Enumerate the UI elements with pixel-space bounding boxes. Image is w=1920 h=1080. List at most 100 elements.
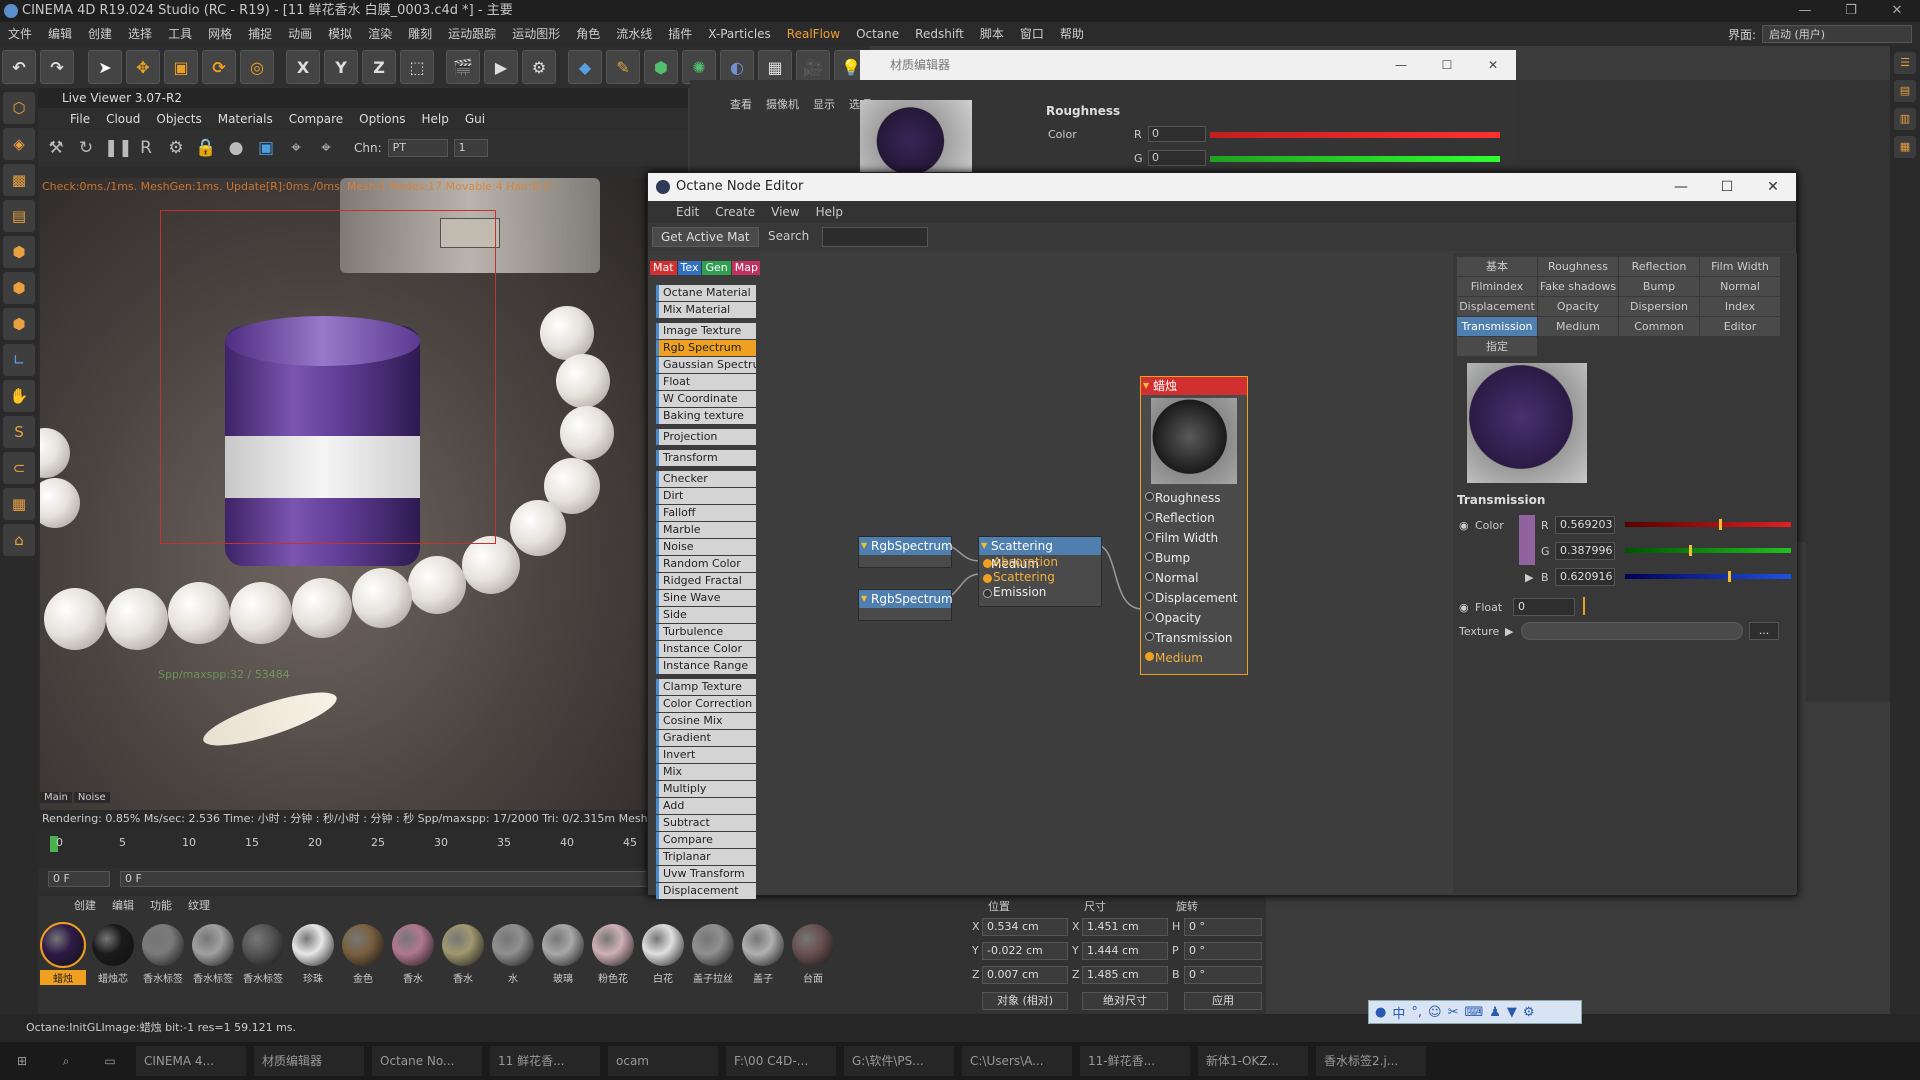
workplane-icon[interactable]: ▤	[3, 200, 35, 232]
pick-focus-icon[interactable]: ⌖	[284, 136, 308, 160]
menu-item[interactable]: Octane	[848, 22, 907, 46]
node-list-item[interactable]: Image Texture	[656, 323, 756, 339]
node-list-item[interactable]: Side	[656, 607, 756, 623]
region-icon[interactable]: R	[134, 136, 158, 160]
polygons-mode-icon[interactable]: ⬢	[3, 308, 35, 340]
ne-minimize-button[interactable]: —	[1658, 173, 1704, 201]
camera-icon[interactable]: 🎥	[796, 50, 830, 84]
node-list-item[interactable]: Octane Material	[656, 285, 756, 301]
prop-tab[interactable]: Reflection	[1619, 257, 1699, 276]
port-opacity[interactable]: Opacity	[1141, 608, 1247, 628]
material-node[interactable]: 蜡烛 Roughness Reflection Film Width Bump …	[1140, 376, 1248, 675]
axis-x-icon[interactable]: X	[286, 50, 320, 84]
mat-tab-edit[interactable]: 编辑	[104, 896, 142, 916]
structure-icon[interactable]: ▥	[1894, 108, 1916, 130]
menu-item[interactable]: 运动跟踪	[440, 22, 504, 46]
material-swatch[interactable]	[292, 924, 334, 966]
prop-tab[interactable]: Dispersion	[1619, 297, 1699, 316]
deformer-icon[interactable]: ◐	[720, 50, 754, 84]
prop-tab[interactable]: Editor	[1700, 317, 1780, 336]
menu-item[interactable]: 模拟	[320, 22, 360, 46]
node-list-item[interactable]: Ridged Fractal	[656, 573, 756, 589]
pen-icon[interactable]: ✎	[606, 50, 640, 84]
node-list-item[interactable]: Mix	[656, 764, 756, 780]
port-emission[interactable]: Emission	[979, 585, 1101, 600]
ime-tools-icon[interactable]: ✂	[1448, 1005, 1459, 1020]
node-list-item[interactable]: Checker	[656, 471, 756, 487]
mat-close-button[interactable]: ✕	[1470, 50, 1516, 80]
mat-tab-function[interactable]: 功能	[142, 896, 180, 916]
task-view-icon[interactable]: ▭	[90, 1046, 130, 1076]
prop-tab[interactable]: Normal	[1700, 277, 1780, 296]
float-value-field[interactable]: 0	[1513, 598, 1575, 616]
ne-menu-help[interactable]: Help	[808, 201, 851, 223]
material-swatch[interactable]	[442, 924, 484, 966]
mat-tab-texture[interactable]: 纹理	[180, 896, 218, 916]
taskbar-item[interactable]: G:\软件\PS...	[844, 1046, 954, 1076]
menu-item[interactable]: 雕刻	[400, 22, 440, 46]
menu-item[interactable]: X-Particles	[700, 22, 779, 46]
node-list-item[interactable]: Marble	[656, 522, 756, 538]
taskbar-item[interactable]: C:\Users\A...	[962, 1046, 1072, 1076]
close-button[interactable]: ✕	[1874, 0, 1920, 22]
menu-item[interactable]: 运动图形	[504, 22, 568, 46]
rgb-spectrum-node-1[interactable]: RgbSpectrum	[858, 536, 953, 568]
content-browser-icon[interactable]: ▤	[1894, 80, 1916, 102]
prop-tab[interactable]: Fake shadows	[1538, 277, 1618, 296]
ime-keyboard-icon[interactable]: ⌨	[1464, 1005, 1483, 1020]
lv-menu-help[interactable]: Help	[413, 108, 456, 130]
ne-menu-create[interactable]: Create	[707, 201, 763, 223]
node-list-item[interactable]: Sine Wave	[656, 590, 756, 606]
ime-chinese-icon[interactable]: 中	[1392, 1003, 1405, 1022]
region-render-icon[interactable]: ▣	[254, 136, 278, 160]
material-swatch[interactable]	[242, 924, 284, 966]
menu-item[interactable]: 脚本	[972, 22, 1012, 46]
size-mode-dropdown[interactable]: 绝对尺寸	[1082, 992, 1168, 1010]
node-list-item[interactable]: Color Correction	[656, 696, 756, 712]
layers-icon[interactable]: ▦	[1894, 136, 1916, 158]
prop-tab[interactable]: Common	[1619, 317, 1699, 336]
g-field[interactable]: 0	[1148, 150, 1206, 166]
material-swatch[interactable]	[192, 924, 234, 966]
edges-mode-icon[interactable]: ⬢	[3, 272, 35, 304]
magnet-icon[interactable]: ⊂	[3, 452, 35, 484]
axis-z-icon[interactable]: Z	[362, 50, 396, 84]
current-frame-slider[interactable]: 0 F	[120, 871, 680, 887]
node-list-item[interactable]: Falloff	[656, 505, 756, 521]
menu-item-realflow[interactable]: RealFlow	[779, 22, 848, 46]
prop-tab[interactable]: Film Width	[1700, 257, 1780, 276]
taskbar-item[interactable]: ocam	[608, 1046, 718, 1076]
prop-tab[interactable]: Displacement	[1457, 297, 1537, 316]
node-list-item[interactable]: Dirt	[656, 488, 756, 504]
node-list-item[interactable]: Noise	[656, 539, 756, 555]
lv-menu-cloud[interactable]: Cloud	[98, 108, 148, 130]
lv-menu-objects[interactable]: Objects	[148, 108, 209, 130]
prop-tab[interactable]: Index	[1700, 297, 1780, 316]
model-mode-icon[interactable]: ◈	[3, 128, 35, 160]
port-transmission[interactable]: Transmission	[1141, 628, 1247, 648]
ne-maximize-button[interactable]: ☐	[1704, 173, 1750, 201]
undo-icon[interactable]: ↶	[2, 50, 36, 84]
g-slider[interactable]	[1625, 545, 1791, 556]
node-list-item[interactable]: Instance Range	[656, 658, 756, 674]
menu-item[interactable]: Redshift	[907, 22, 972, 46]
select-arrow-icon[interactable]: ➤	[88, 50, 122, 84]
node-list-item[interactable]: Invert	[656, 747, 756, 763]
node-list-item[interactable]: Compare	[656, 832, 756, 848]
node-list-item[interactable]: Transform	[656, 450, 756, 466]
category-tex[interactable]: Tex	[677, 261, 702, 275]
size-x-field[interactable]: 1.451 cm	[1082, 918, 1168, 936]
r-slider[interactable]	[1625, 519, 1791, 530]
material-swatch[interactable]	[592, 924, 634, 966]
render-picture-viewer-icon[interactable]: ▶	[484, 50, 518, 84]
node-list-item[interactable]: Rgb Spectrum	[656, 340, 756, 356]
material-swatch[interactable]	[692, 924, 734, 966]
texture-mode-icon[interactable]: ▩	[3, 164, 35, 196]
maximize-button[interactable]: ❐	[1828, 0, 1874, 22]
menu-item[interactable]: 捕捉	[240, 22, 280, 46]
scale-icon[interactable]: ▣	[164, 50, 198, 84]
node-list-item[interactable]: Uvw Transform	[656, 866, 756, 882]
slider-handle[interactable]	[1719, 519, 1723, 530]
g-slider[interactable]	[1210, 156, 1500, 162]
taskbar-item[interactable]: 11-鲜花香...	[1080, 1046, 1190, 1076]
